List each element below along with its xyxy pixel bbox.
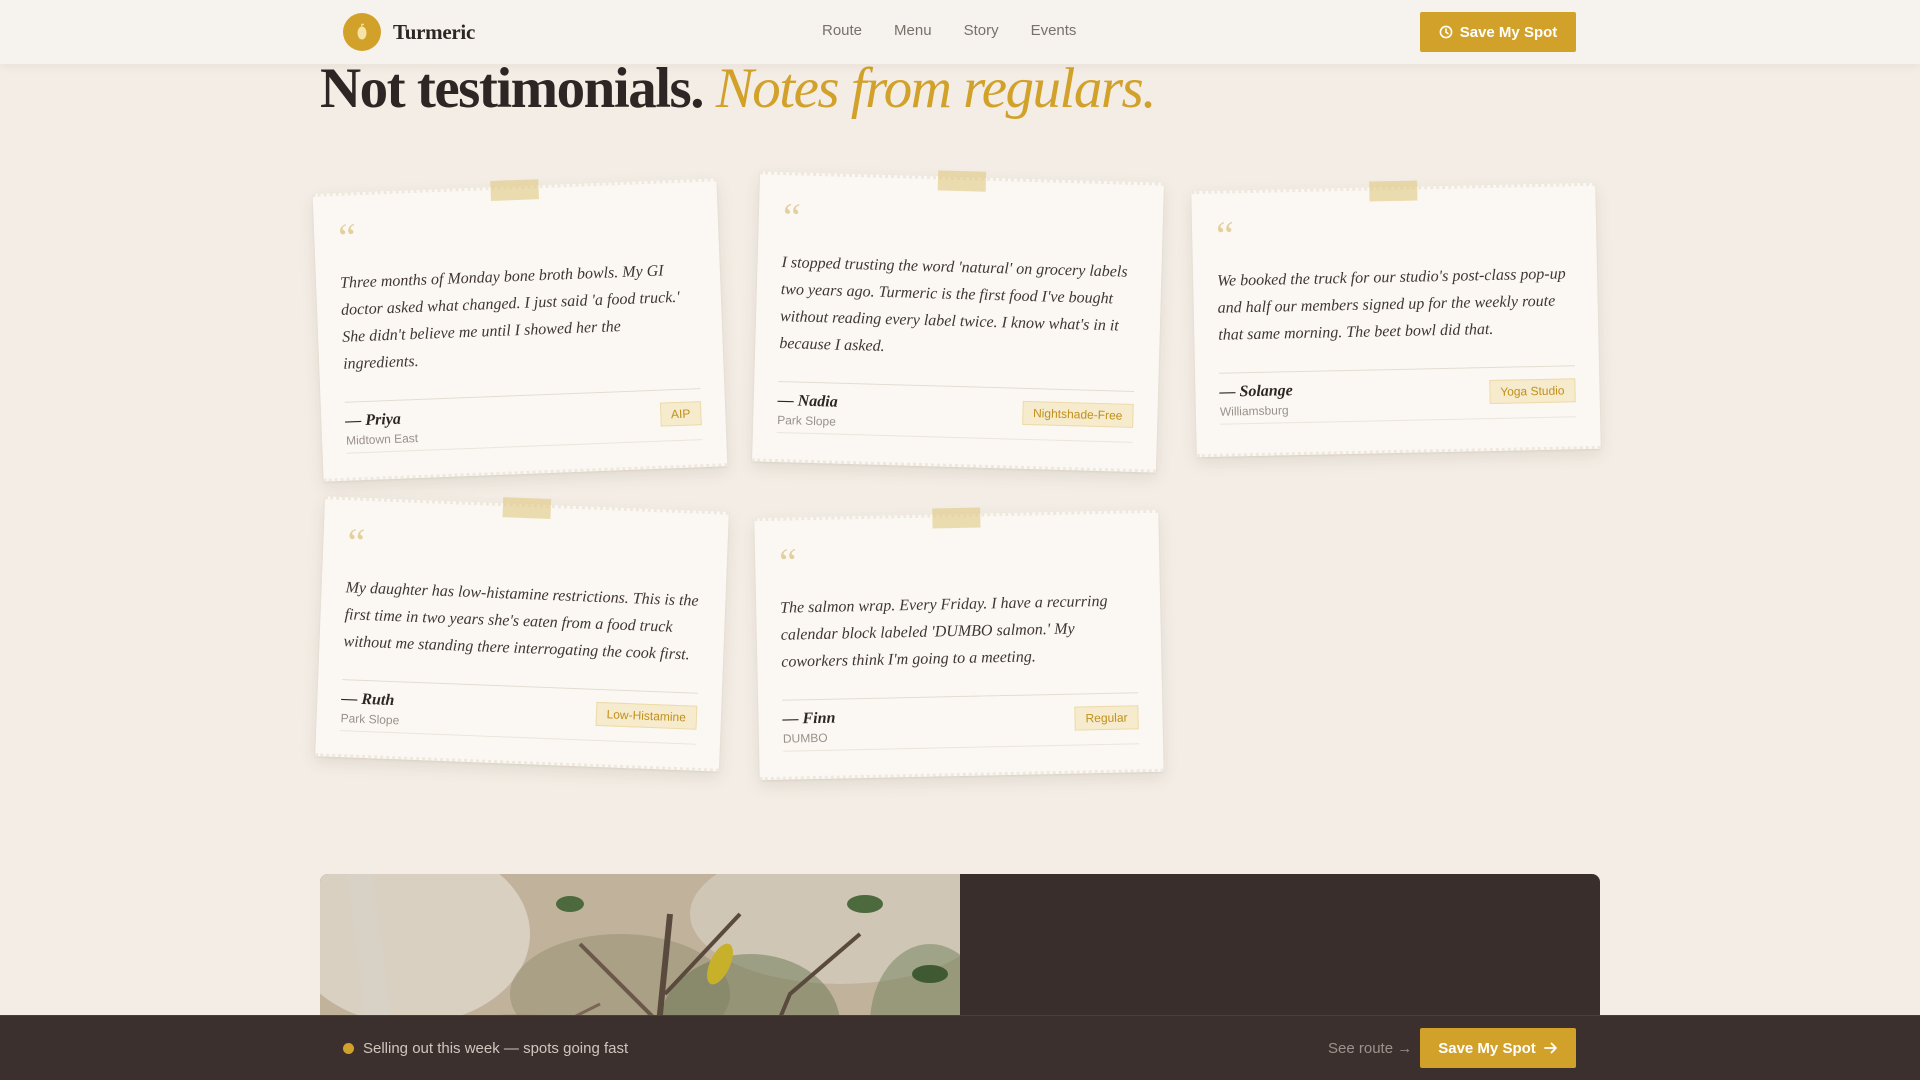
note-card: “ I stopped trusting the word 'natural' … [752,170,1164,473]
turmeric-root-icon [343,13,381,51]
diet-tag: Low-Histamine [595,701,698,730]
diet-tag: Nightshade-Free [1021,400,1134,428]
heading-emphasis: Notes from regulars. [715,57,1157,120]
quote-mark: “ [782,194,802,240]
note-card: “ The salmon wrap. Every Friday. I have … [754,507,1164,781]
quote-mark: “ [778,539,798,585]
arrow-right-icon [1543,1042,1558,1054]
note-text: Three months of Monday bone broth bowls.… [339,262,681,373]
nav-link-menu[interactable]: Menu [894,22,932,39]
status-dot [343,1043,354,1054]
section-heading: Not testimonials. Notes from regulars. [320,57,1157,121]
note-footer: — Solange Williamsburg Yoga Studio [1219,365,1576,419]
note-footer: — Finn DUMBO Regular [782,692,1139,746]
note-text: My daughter has low-histamine restrictio… [343,579,699,664]
note-text: The salmon wrap. Every Friday. I have a … [780,592,1108,671]
brand[interactable]: Turmeric [343,13,475,51]
quote-mark: “ [346,519,367,565]
tape-strip [932,507,981,529]
note-card: “ My daughter has low-histamine restrict… [315,496,729,772]
tape-strip [1369,180,1418,202]
sticky-save-my-spot-label: Save My Spot [1438,1039,1536,1057]
heading-strong: Not testimonials. [320,57,704,120]
quote-mark: “ [337,214,357,260]
save-my-spot-button[interactable]: Save My Spot [1420,12,1576,52]
tape-strip [937,170,987,192]
sticky-booking-bar: Selling out this week — spots going fast… [0,1015,1920,1080]
nav-link-events[interactable]: Events [1031,22,1077,39]
note-text: I stopped trusting the word 'natural' on… [779,254,1128,355]
note-footer: — Nadia Park Slope Nightshade-Free [776,381,1135,437]
note-footer: — Ruth Park Slope Low-Histamine [340,679,698,739]
quote-mark: “ [1215,212,1235,258]
diet-tag: Regular [1074,705,1139,731]
tape-strip [490,179,539,202]
see-route-link[interactable]: See route → [1328,1040,1412,1057]
note-footer: — Priya Midtown East AIP [344,388,703,448]
save-my-spot-label: Save My Spot [1459,23,1558,41]
brand-name: Turmeric [393,19,475,44]
diet-tag: Yoga Studio [1488,378,1576,405]
sticky-save-my-spot-button[interactable]: Save My Spot [1420,1028,1576,1068]
clock-icon [1439,25,1453,39]
diet-tag: AIP [659,401,702,427]
top-nav: Turmeric Route Menu Story Events Save My… [0,0,1920,64]
tape-strip [502,497,552,520]
note-card: “ We booked the truck for our studio's p… [1191,180,1601,458]
nav-link-story[interactable]: Story [964,22,999,39]
sticky-status-text: Selling out this week — spots going fast [363,1040,629,1057]
nav-links: Route Menu Story Events [822,22,1108,39]
note-text: We booked the truck for our studio's pos… [1216,265,1566,344]
note-card: “ Three months of Monday bone broth bowl… [312,178,728,482]
nav-link-route[interactable]: Route [822,22,862,39]
